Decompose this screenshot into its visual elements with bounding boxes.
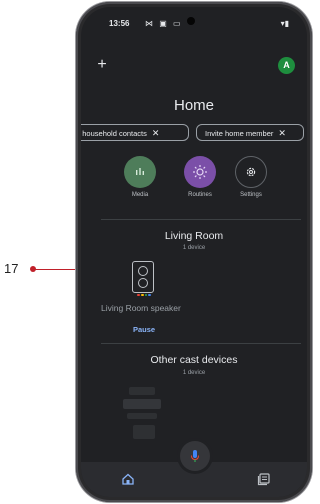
close-icon[interactable]: ✕ bbox=[278, 128, 286, 138]
add-button[interactable]: + bbox=[95, 57, 109, 73]
section-divider bbox=[101, 219, 301, 220]
battery-wifi-icon: ▾▮ bbox=[280, 19, 289, 28]
blurred-block bbox=[127, 413, 157, 419]
settings-button[interactable]: Settings bbox=[226, 156, 276, 198]
speaker-cone bbox=[138, 266, 148, 276]
phone-screen: 13:56 ⋈ ▣ ▭ ▾▮ + A Home p household cont… bbox=[81, 7, 307, 497]
chip-label: Invite home member bbox=[205, 129, 274, 138]
routines-button[interactable]: Routines bbox=[175, 156, 225, 198]
home-nav-icon[interactable] bbox=[121, 472, 135, 486]
close-icon[interactable]: ✕ bbox=[152, 128, 160, 138]
routines-label: Routines bbox=[188, 192, 212, 198]
section-divider bbox=[101, 343, 301, 344]
blurred-block bbox=[129, 387, 155, 395]
device-name[interactable]: Living Room speaker bbox=[101, 303, 181, 313]
chip-label: p household contacts bbox=[81, 129, 147, 138]
media-label: Media bbox=[131, 192, 149, 198]
microphone-button[interactable] bbox=[180, 441, 210, 471]
other-cast-devices-count: 1 device bbox=[182, 370, 206, 376]
feed-nav-icon[interactable] bbox=[257, 472, 271, 486]
household-contacts-chip[interactable]: p household contacts ✕ bbox=[81, 124, 189, 141]
microphone-icon bbox=[191, 450, 199, 462]
pause-button[interactable]: Pause bbox=[133, 325, 155, 334]
cast-device-tile[interactable] bbox=[123, 387, 167, 445]
annotation-number: 17 bbox=[4, 261, 19, 276]
settings-label: Settings bbox=[240, 192, 262, 198]
invite-home-member-chip[interactable]: Invite home member ✕ bbox=[196, 124, 304, 141]
media-button[interactable]: Media bbox=[115, 156, 165, 198]
notification-icons: ⋈ ▣ ▭ bbox=[145, 19, 183, 28]
account-avatar[interactable]: A bbox=[278, 57, 295, 74]
page-title: Home bbox=[173, 97, 214, 114]
speaker-icon[interactable] bbox=[132, 261, 154, 296]
living-room-count: 1 device bbox=[182, 245, 206, 251]
sun-icon bbox=[184, 156, 216, 188]
status-time: 13:56 bbox=[109, 19, 130, 28]
blurred-block bbox=[133, 425, 155, 439]
equalizer-icon bbox=[124, 156, 156, 188]
living-room-title: Living Room bbox=[164, 230, 224, 242]
canvas: 17 13:56 ⋈ ▣ ▭ ▾▮ + A Home p household c… bbox=[0, 0, 312, 504]
playing-indicator bbox=[137, 294, 151, 296]
gear-icon bbox=[235, 156, 267, 188]
speaker-cone bbox=[138, 278, 148, 288]
status-bar: 13:56 ⋈ ▣ ▭ ▾▮ bbox=[81, 19, 307, 33]
blurred-block bbox=[123, 399, 161, 409]
other-cast-devices-title: Other cast devices bbox=[150, 354, 238, 366]
